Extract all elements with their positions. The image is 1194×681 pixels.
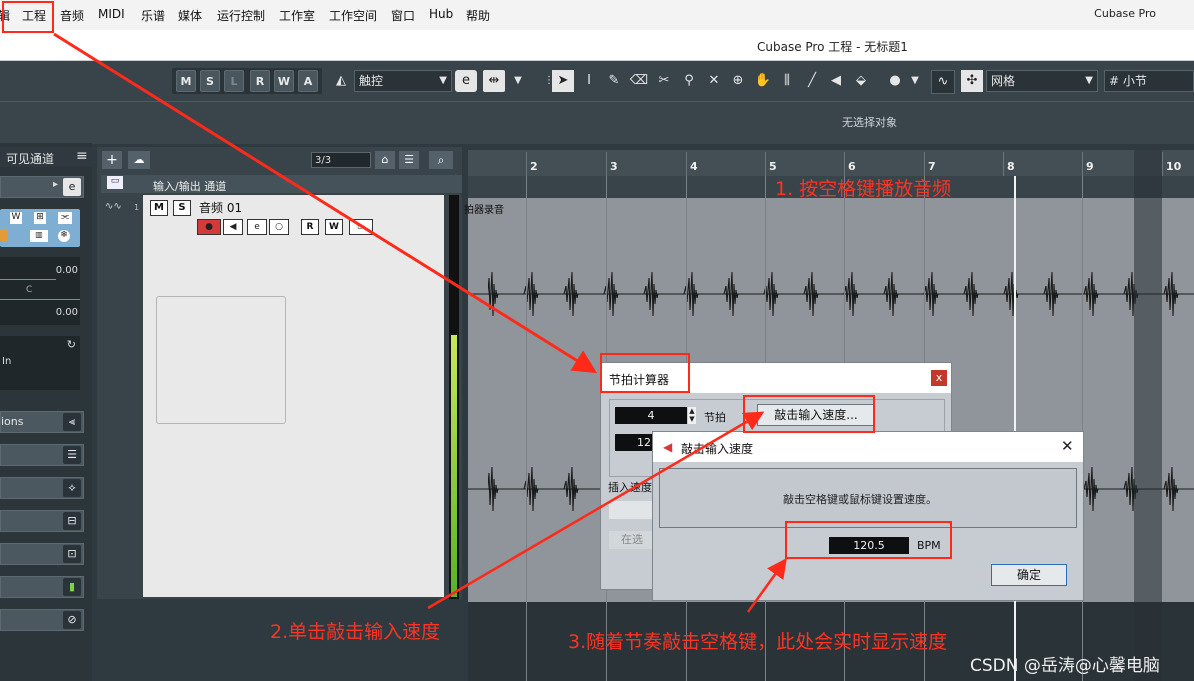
annotation-step-1: 1. 按空格键播放音频	[775, 178, 952, 200]
watermark: CSDN @岳涛@心馨电脑	[970, 656, 1160, 676]
annotation-arrows	[53, 32, 787, 613]
annotation-step-3: 3.随着节奏敲击空格键，此处会实时显示速度	[568, 631, 948, 653]
annotation-step-2: 2.单击敲击输入速度	[270, 621, 441, 643]
